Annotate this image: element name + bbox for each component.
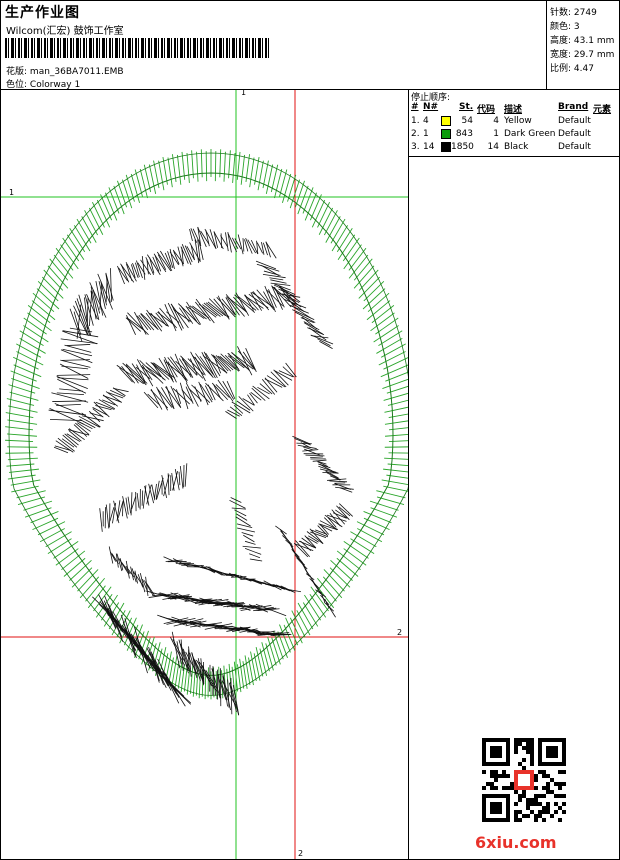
color-swatch [441,142,451,152]
colorway-line: 色位: Colorway 1 [6,77,80,90]
col-code: 代码 [477,105,496,115]
guide-label-v1: 1 [241,90,247,97]
stat-colors: 颜色: 3 [550,22,580,32]
colorway-value: Colorway 1 [29,80,81,90]
col-desc: 描述 [504,105,523,115]
qr-code [482,738,566,822]
header-info: 生产作业图 Wilcom(汇宏) 鼓饰工作室 花版: man_36BA7011.… [1,1,547,90]
guide-label-h2: 2 [397,628,403,637]
watermark: 6xiu.com [475,833,557,852]
color-swatch [441,129,451,139]
design-line: 花版: man_36BA7011.EMB [6,64,124,77]
guide-label-h1: 1 [9,188,15,197]
studio-name: Wilcom(汇宏) 鼓饰工作室 [6,26,124,37]
col-element: 元素 [593,105,612,115]
col-num: # [411,102,419,112]
sheet-title: 生产作业图 [5,5,80,21]
stat-width: 宽度: 29.7 mm [550,50,615,60]
black-detail-stitches [48,226,354,716]
color-swatch [441,116,451,126]
col-n: N# [423,102,439,112]
design-label: 花版: [6,67,28,77]
col-brand: Brand [558,102,589,112]
stat-stitches: 针数: 2749 [550,8,597,18]
stop-row: 3. 14 1850 14 Black Default [411,142,591,152]
design-preview: 1 1 2 2 [1,90,409,859]
design-file: man_36BA7011.EMB [29,67,124,77]
col-st: St. [459,102,474,112]
production-sheet: 生产作业图 Wilcom(汇宏) 鼓饰工作室 花版: man_36BA7011.… [0,0,620,860]
stop-row: 2. 1 843 1 Dark Green Default [411,129,591,139]
guide-label-v2: 2 [298,849,304,858]
stat-height: 高度: 43.1 mm [550,36,615,46]
stop-sequence-panel: 停止顺序: # N# St. 代码 描述 Brand 元素 1. 4 54 4 … [409,90,619,157]
barcode [5,38,269,58]
stats-panel: 针数: 2749 颜色: 3 高度: 43.1 mm 宽度: 29.7 mm 比… [547,1,619,90]
stat-scale: 比例: 4.47 [550,64,594,74]
colorway-label: 色位: [6,80,28,90]
embroidery-preview [1,90,408,859]
stop-row: 1. 4 54 4 Yellow Default [411,116,591,126]
